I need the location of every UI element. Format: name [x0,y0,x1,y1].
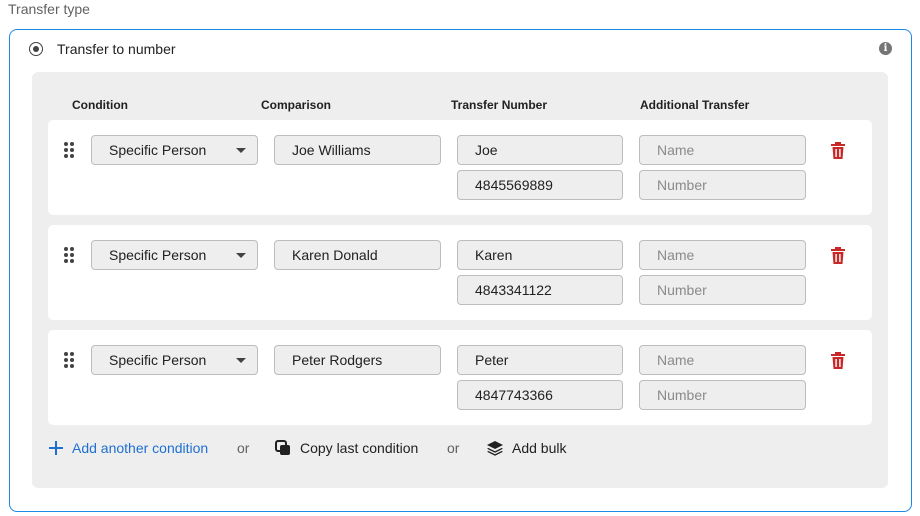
additional-name-field[interactable]: Name [639,135,806,165]
condition-row: Specific Person Karen Donald Karen 48433… [48,225,872,320]
transfer-name-field[interactable]: Karen [457,240,623,270]
section-label: Transfer type [8,1,90,17]
transfer-number-field[interactable]: 4845569889 [457,170,623,200]
condition-row: Specific Person Joe Williams Joe 4845569… [48,120,872,215]
chevron-down-icon [236,148,246,153]
drag-handle-icon[interactable] [64,352,76,368]
additional-name-field[interactable]: Name [639,240,806,270]
column-header-transfer-number: Transfer Number [451,98,548,112]
drag-handle-icon[interactable] [64,247,76,263]
comparison-field[interactable]: Joe Williams [274,135,441,165]
chevron-down-icon [236,358,246,363]
transfer-number-field[interactable]: 4843341122 [457,275,623,305]
or-separator: or [447,440,460,456]
comparison-field[interactable]: Peter Rodgers [274,345,441,375]
condition-select-value: Specific Person [109,142,207,158]
add-bulk-label: Add bulk [512,440,567,456]
transfer-number-field[interactable]: 4847743366 [457,380,623,410]
drag-handle-icon[interactable] [64,142,76,158]
comparison-field[interactable]: Karen Donald [274,240,441,270]
condition-select-value: Specific Person [109,352,207,368]
transfer-type-label: Transfer to number [57,41,176,57]
trash-icon[interactable] [830,142,846,160]
info-icon[interactable]: i [879,42,892,55]
condition-select[interactable]: Specific Person [91,240,258,270]
condition-select-value: Specific Person [109,247,207,263]
condition-row: Specific Person Peter Rodgers Peter 4847… [48,330,872,425]
or-separator: or [237,440,250,456]
column-header-additional-transfer: Additional Transfer [640,98,750,112]
trash-icon[interactable] [830,247,846,265]
transfer-name-field[interactable]: Joe [457,135,623,165]
additional-number-field[interactable]: Number [639,380,806,410]
add-condition-label: Add another condition [72,440,209,456]
condition-actions: Add another condition or Copy last condi… [48,438,648,458]
column-header-condition: Condition [72,98,128,112]
transfer-type-card: Transfer to number i Condition Compariso… [9,29,912,512]
layers-icon [487,441,503,456]
chevron-down-icon [236,253,246,258]
additional-number-field[interactable]: Number [639,275,806,305]
conditions-panel: Condition Comparison Transfer Number Add… [32,72,888,488]
column-header-comparison: Comparison [261,98,332,112]
copy-icon [275,440,290,455]
condition-select[interactable]: Specific Person [91,345,258,375]
transfer-name-field[interactable]: Peter [457,345,623,375]
copy-last-condition-label: Copy last condition [300,440,419,456]
additional-name-field[interactable]: Name [639,345,806,375]
plus-icon [49,441,63,455]
trash-icon[interactable] [830,352,846,370]
additional-number-field[interactable]: Number [639,170,806,200]
condition-select[interactable]: Specific Person [91,135,258,165]
transfer-to-number-radio[interactable] [29,42,43,56]
